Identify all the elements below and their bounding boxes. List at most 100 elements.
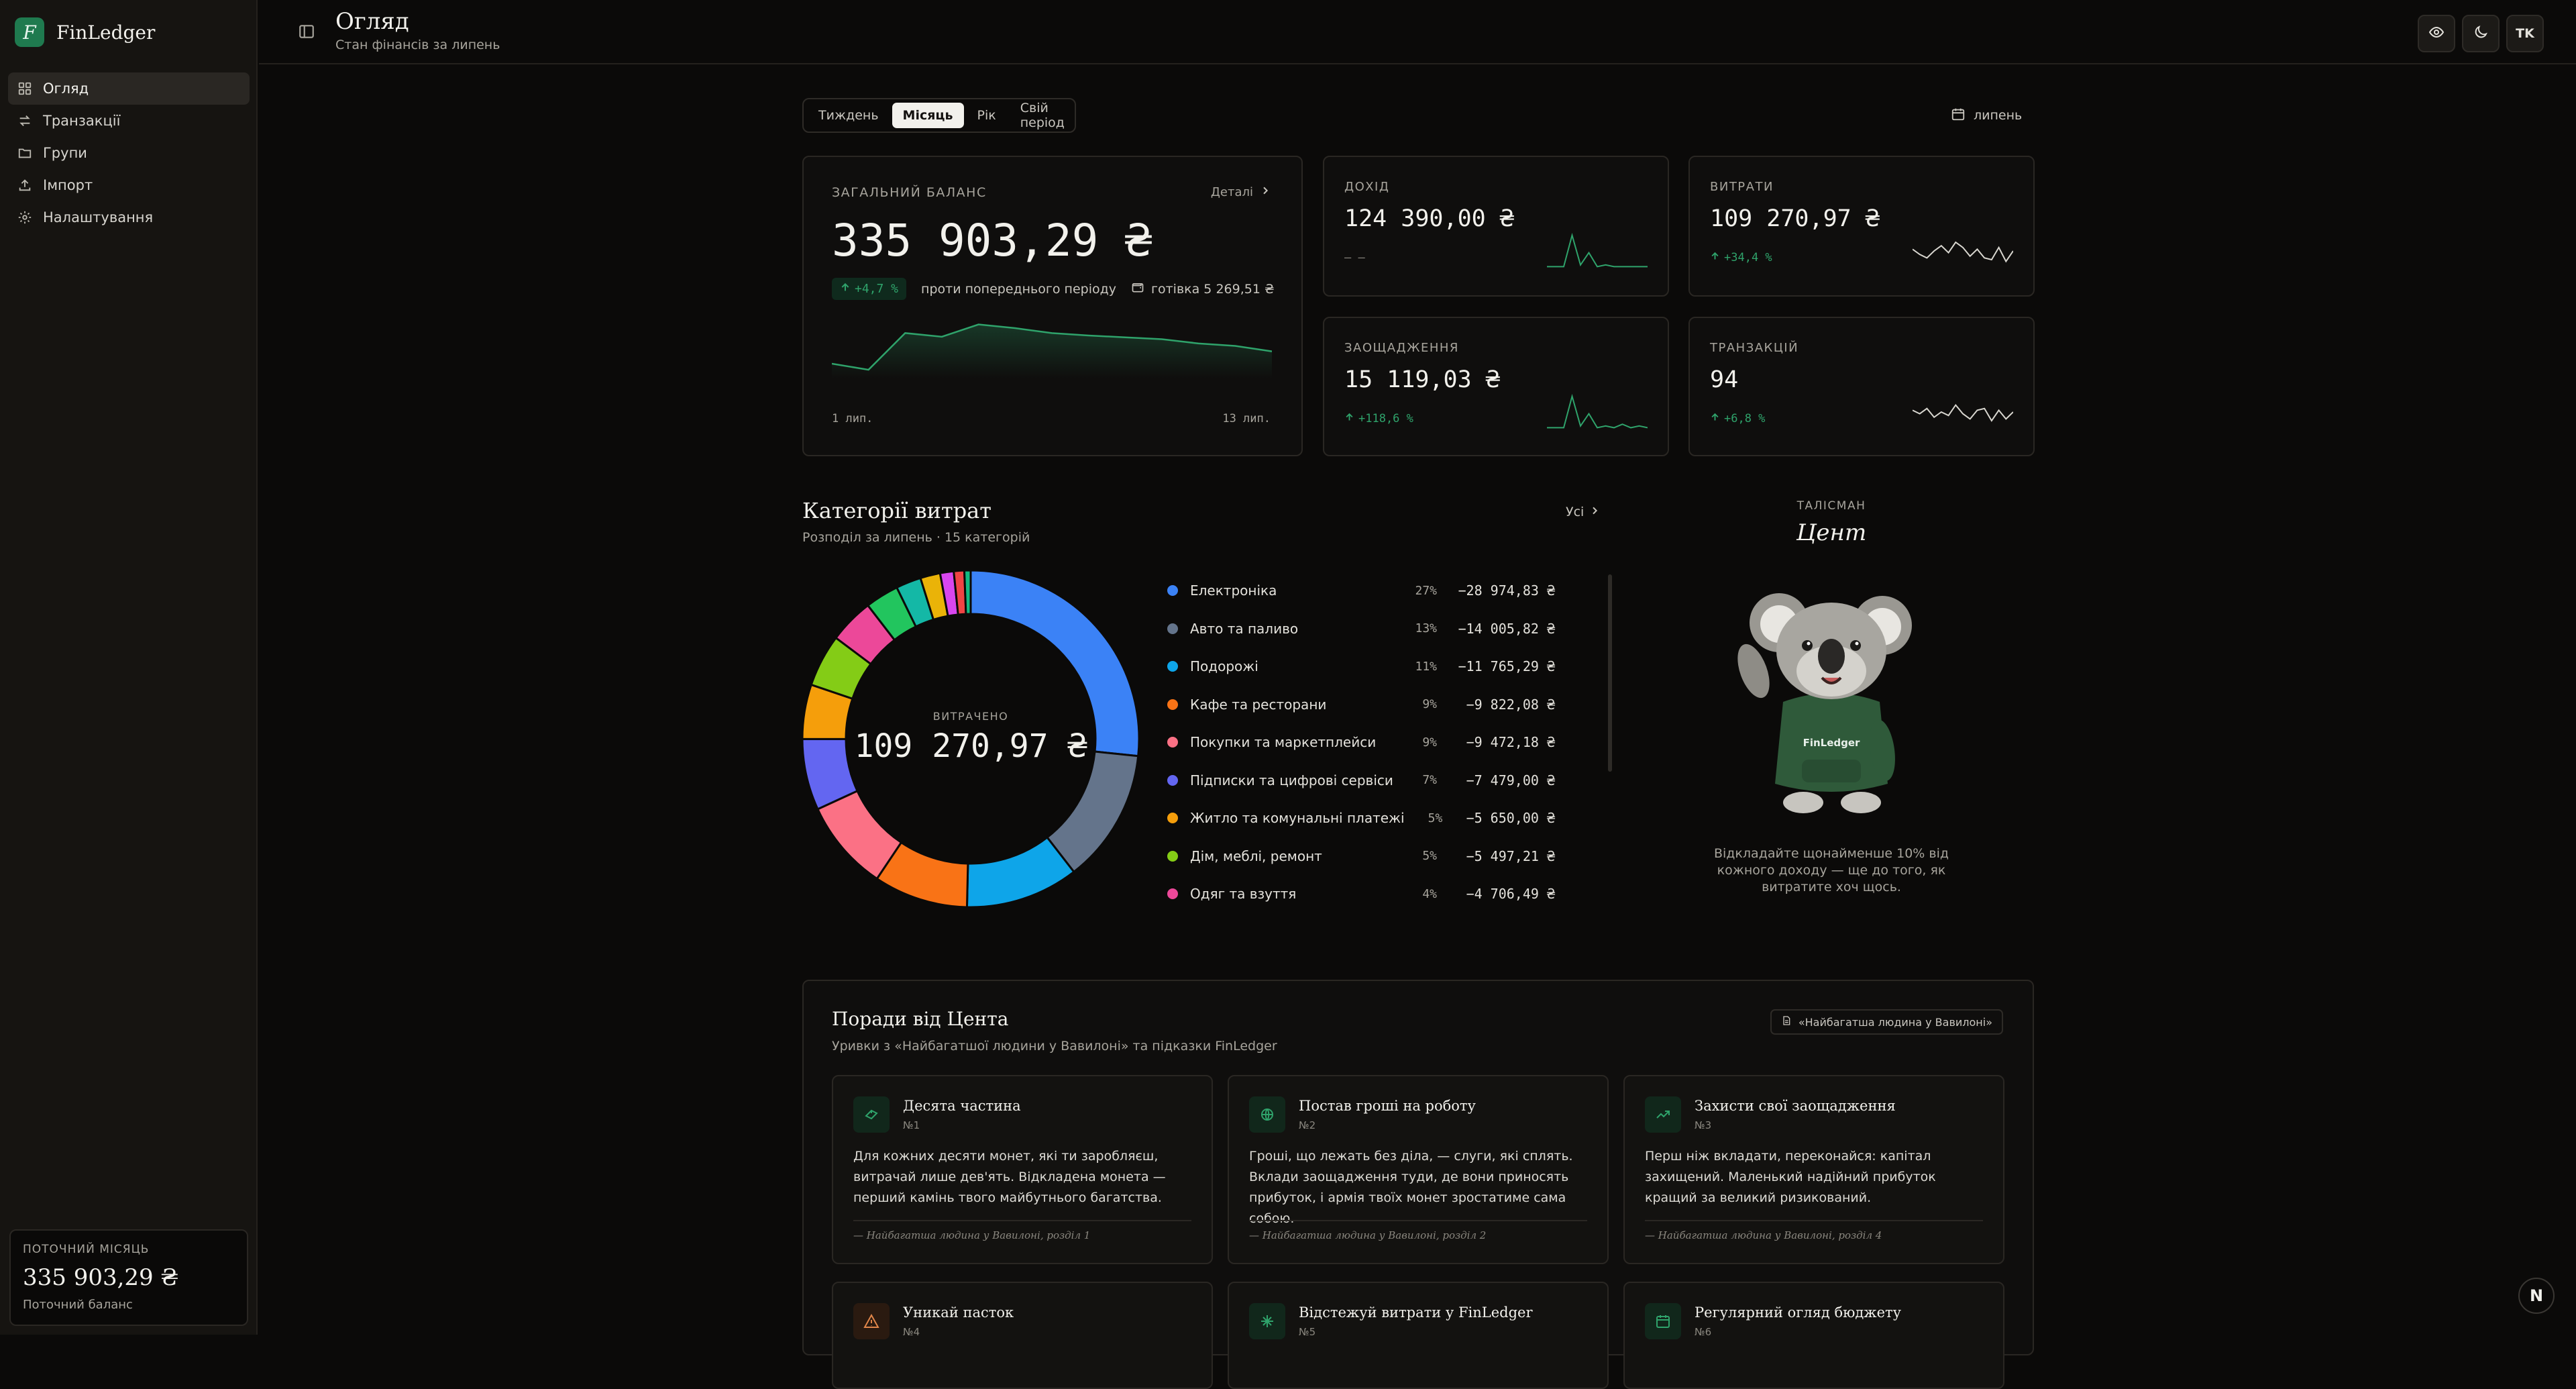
header: Огляд Стан фінансів за липень TK [259, 0, 2576, 64]
savings-value: 15 119,03 ₴ [1344, 366, 1500, 393]
categories-all-link[interactable]: Усі [1566, 505, 1600, 519]
category-percent: 5% [1422, 849, 1437, 864]
category-color-dot [1167, 623, 1178, 634]
sidebar-item-settings[interactable]: Налаштування [8, 201, 250, 234]
tip-card[interactable]: Постав гроші на роботу №2 Гроші, що лежа… [1228, 1075, 1609, 1264]
category-name: Житло та комунальні платежі [1190, 810, 1405, 827]
balance-value: 335 903,29 ₴ [832, 215, 1152, 266]
tab-custom-period[interactable]: Свій період [1010, 101, 1075, 130]
book-button[interactable]: «Найбагатша людина у Вавилоні» [1770, 1009, 2003, 1035]
transactions-delta-row: +6,8 % [1710, 412, 1765, 425]
period-tabs: Тиждень Місяць Рік Свій період [802, 98, 1076, 133]
balance-delta-text: проти попереднього періоду [921, 281, 1116, 297]
category-amount: −7 479,00 ₴ [1466, 772, 1555, 788]
sidebar-toggle-icon[interactable] [298, 23, 315, 40]
tip-divider [1645, 1220, 1983, 1221]
category-amount: −9 822,08 ₴ [1466, 696, 1555, 713]
category-percent: 7% [1422, 773, 1437, 788]
category-name: Подорожі [1190, 658, 1258, 675]
category-row[interactable]: Одяг та взуття 4% −4 706,49 ₴ [1167, 875, 1555, 913]
category-row[interactable]: Житло та комунальні платежі 5% −5 650,00 ₴ [1167, 799, 1555, 837]
arrow-up-icon [840, 282, 851, 296]
brand-logo: F [15, 17, 44, 47]
framework-badge[interactable]: N [2518, 1278, 2555, 1314]
categories-legend-list: Електроніка 27% −28 974,83 ₴ Авто та паливо… [1167, 572, 1555, 913]
page-subtitle: Стан фінансів за липень [335, 38, 500, 52]
balance-area-chart [832, 323, 1272, 378]
sidebar-item-groups[interactable]: Групи [8, 137, 250, 169]
arrows-icon [17, 113, 32, 128]
tab-year[interactable]: Рік [967, 103, 1007, 128]
tip-title: Відстежуй витрати у FinLedger [1299, 1304, 1533, 1321]
tab-month[interactable]: Місяць [892, 103, 964, 128]
tip-number: №5 [1299, 1326, 1316, 1338]
savings-delta: +118,6 % [1358, 412, 1413, 425]
tip-card[interactable]: Відстежуй витрати у FinLedger №5 [1228, 1282, 1609, 1389]
mascot-label: ТАЛІСМАН [1796, 499, 1866, 513]
hoodie-text: FinLedger [1803, 737, 1860, 749]
month-picker-label: липень [1974, 108, 2023, 123]
category-row[interactable]: Авто та паливо 13% −14 005,82 ₴ [1167, 610, 1555, 648]
user-avatar[interactable]: TK [2506, 15, 2544, 52]
category-amount: −11 765,29 ₴ [1458, 658, 1556, 675]
categories-scrollbar[interactable] [1608, 574, 1612, 772]
income-value: 124 390,00 ₴ [1344, 205, 1514, 232]
grid-icon [17, 81, 32, 96]
arrow-up-icon [1710, 251, 1720, 264]
categories-title: Категорії витрат [802, 498, 991, 523]
chevron-right-icon [1589, 505, 1600, 519]
sidebar-item-label: Огляд [43, 81, 89, 97]
category-row[interactable]: Електроніка 27% −28 974,83 ₴ [1167, 572, 1555, 610]
tip-card[interactable]: Уникай пасток №4 [832, 1282, 1213, 1389]
category-row[interactable]: Дім, меблі, ремонт 5% −5 497,21 ₴ [1167, 837, 1555, 876]
expenses-card[interactable]: ВИТРАТИ 109 270,97 ₴ +34,4 % [1688, 156, 2035, 297]
tip-number: №3 [1695, 1119, 1712, 1131]
category-percent: 11% [1415, 659, 1437, 674]
mascot-tip: Відкладайте щонайменше 10% від кожного д… [1713, 846, 1949, 894]
sidebar-item-transactions[interactable]: Транзакції [8, 105, 250, 137]
tip-card[interactable]: Захисти свої заощадження №3 Перш ніж вкл… [1623, 1075, 2004, 1264]
category-name: Підписки та цифрові сервіси [1190, 772, 1393, 788]
income-label: ДОХІД [1344, 180, 1390, 194]
category-color-dot [1167, 774, 1178, 786]
savings-card[interactable]: ЗАОЩАДЖЕННЯ 15 119,03 ₴ +118,6 % [1323, 317, 1669, 456]
transactions-sparkline [1913, 403, 2013, 422]
category-amount: −4 706,49 ₴ [1466, 886, 1555, 903]
sidebar-nav: Огляд Транзакції Групи Імпорт Налаштуван… [8, 72, 250, 234]
sidebar-item-import[interactable]: Імпорт [8, 169, 250, 201]
document-icon [1781, 1015, 1792, 1029]
book-button-label: «Найбагатша людина у Вавилоні» [1798, 1015, 1992, 1029]
transactions-card[interactable]: ТРАНЗАКЦІЙ 94 +6,8 % [1688, 317, 2035, 456]
tip-card[interactable]: Десята частина №1 Для кожних десяти моне… [832, 1075, 1213, 1264]
sidebar-item-label: Налаштування [43, 209, 154, 225]
balance-details-link[interactable]: Деталі [1211, 185, 1271, 199]
category-row[interactable]: Підписки та цифрові сервіси 7% −7 479,00 ₴ [1167, 762, 1555, 800]
theme-toggle-button[interactable] [2462, 15, 2500, 52]
category-row[interactable]: Покупки та маркетплейси 9% −9 472,18 ₴ [1167, 723, 1555, 762]
month-picker[interactable]: липень [1951, 102, 2022, 129]
category-row[interactable]: Подорожі 11% −11 765,29 ₴ [1167, 648, 1555, 686]
income-card[interactable]: ДОХІД 124 390,00 ₴ — — [1323, 156, 1669, 297]
savings-delta-row: +118,6 % [1344, 412, 1413, 425]
visibility-button[interactable] [2418, 15, 2455, 52]
coins-icon [853, 1096, 890, 1133]
brand[interactable]: F FinLedger [15, 16, 155, 48]
category-amount: −14 005,82 ₴ [1458, 620, 1556, 637]
category-row[interactable]: Кафе та ресторани 9% −9 822,08 ₴ [1167, 686, 1555, 724]
category-color-dot [1167, 850, 1178, 862]
moon-icon [2473, 24, 2489, 43]
brand-name: FinLedger [56, 21, 156, 44]
donut-segment[interactable] [963, 570, 972, 615]
transactions-delta: +6,8 % [1724, 412, 1766, 425]
tip-source: — Найбагатша людина у Вавилоні, розділ 1 [853, 1229, 1091, 1241]
savings-label: ЗАОЩАДЖЕННЯ [1344, 341, 1459, 355]
income-delta: — — [1344, 251, 1365, 264]
eye-icon [2428, 24, 2445, 43]
tip-card[interactable]: Регулярний огляд бюджету №6 [1623, 1282, 2004, 1389]
current-month-card: ПОТОЧНИЙ МІСЯЦЬ 335 903,29 ₴ Поточний ба… [9, 1229, 248, 1326]
sidebar-item-overview[interactable]: Огляд [8, 72, 250, 105]
category-percent: 27% [1415, 583, 1437, 598]
category-name: Покупки та маркетплейси [1190, 734, 1377, 751]
category-percent: 9% [1422, 697, 1437, 712]
tab-week[interactable]: Тиждень [808, 103, 890, 128]
